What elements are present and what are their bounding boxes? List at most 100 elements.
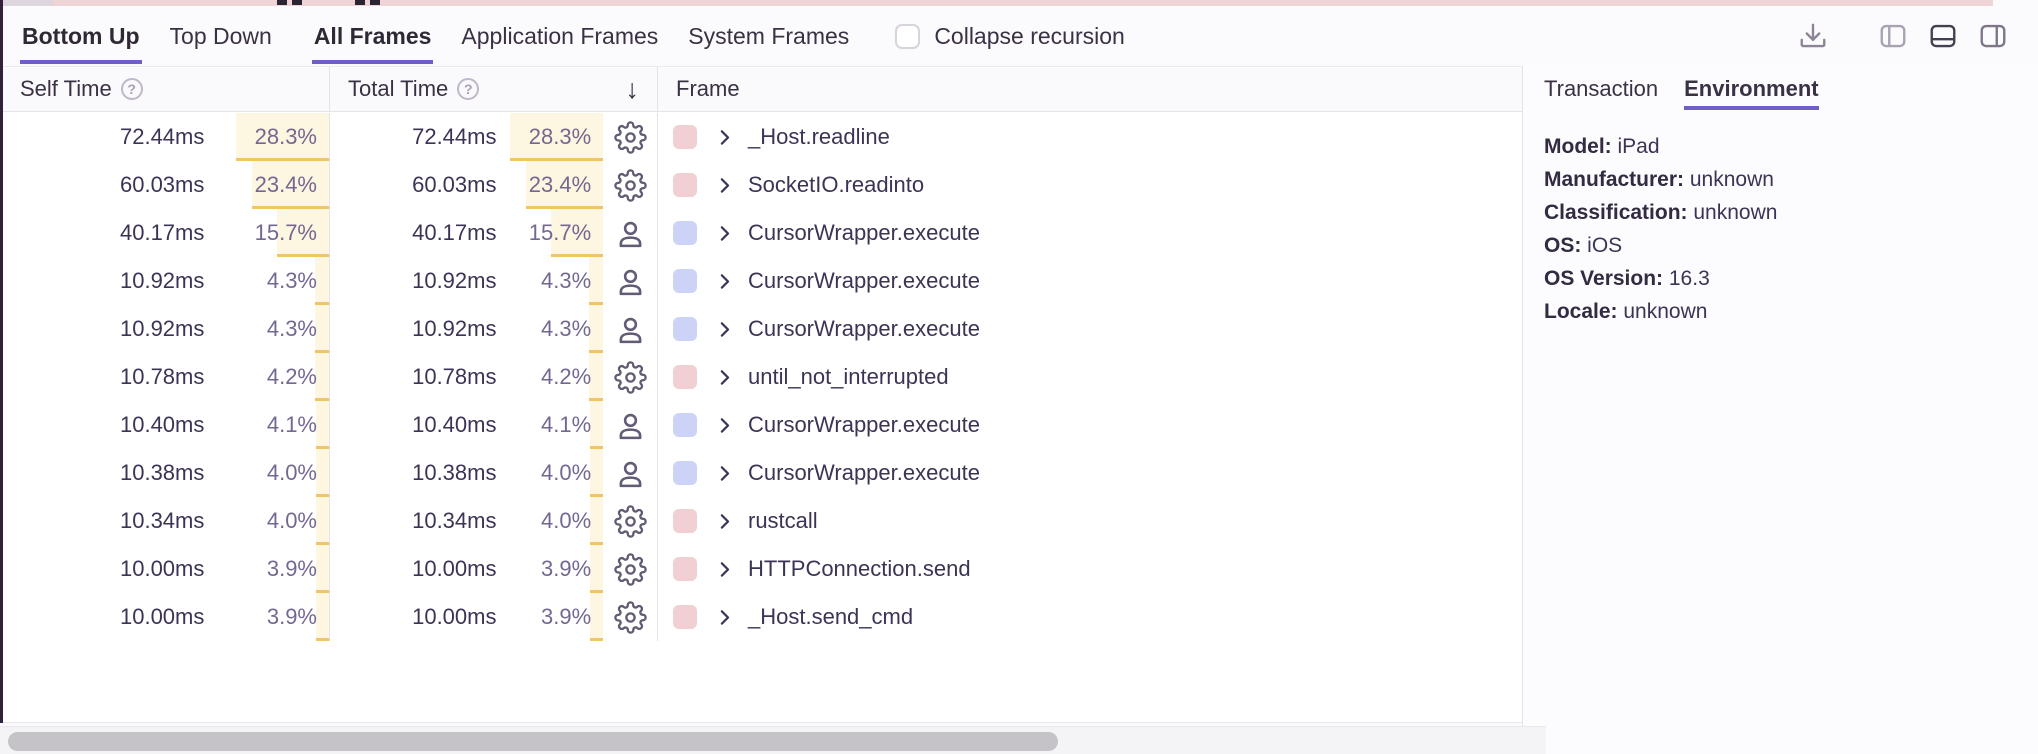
self-time-value: 10.92ms — [0, 305, 208, 353]
self-percent-cell: 23.4% — [208, 161, 329, 209]
table-row[interactable]: 10.92ms 4.3% 10.92ms 4.3% CursorWrapper.… — [0, 305, 1522, 353]
frame-cell: CursorWrapper.execute — [658, 401, 1522, 449]
self-percent-cell: 4.0% — [208, 449, 329, 497]
column-header-frame[interactable]: Frame — [658, 67, 1522, 111]
table-row[interactable]: 72.44ms 28.3% 72.44ms 28.3% _Host.readli… — [0, 113, 1522, 161]
frame-cell: _Host.readline — [658, 113, 1522, 161]
table-row[interactable]: 10.38ms 4.0% 10.38ms 4.0% CursorWrapper.… — [0, 449, 1522, 497]
self-time-value: 10.78ms — [0, 353, 208, 401]
table-row[interactable]: 10.92ms 4.3% 10.92ms 4.3% CursorWrapper.… — [0, 257, 1522, 305]
frame-color-chip — [673, 173, 697, 197]
total-percent-cell: 28.3% — [499, 113, 603, 161]
tab-application-frames[interactable]: Application Frames — [461, 6, 658, 66]
self-time-cell: 10.00ms 3.9% — [0, 545, 330, 593]
download-icon[interactable] — [1796, 19, 1830, 53]
frame-label: Frame — [676, 76, 740, 102]
layout-left-icon[interactable] — [1876, 19, 1910, 53]
horizontal-scrollbar[interactable] — [0, 726, 1546, 754]
help-icon[interactable]: ? — [121, 78, 143, 100]
sort-descending-icon[interactable]: ↓ — [626, 74, 640, 105]
self-time-cell: 10.92ms 4.3% — [0, 305, 330, 353]
self-percent-cell: 4.3% — [208, 257, 329, 305]
chevron-right-icon[interactable] — [714, 463, 735, 484]
chevron-right-icon[interactable] — [714, 559, 735, 580]
env-field-model-: Model: iPad — [1544, 130, 2014, 163]
collapse-recursion-checkbox[interactable] — [895, 24, 920, 49]
chevron-right-icon[interactable] — [714, 223, 735, 244]
total-percent-cell: 4.0% — [499, 497, 603, 545]
side-tab-environment[interactable]: Environment — [1684, 66, 1818, 112]
frame-name: CursorWrapper.execute — [748, 220, 980, 246]
self-percent-value: 15.7% — [255, 209, 317, 257]
table-row[interactable]: 10.00ms 3.9% 10.00ms 3.9% _Host.send_cmd — [0, 593, 1522, 641]
chevron-right-icon[interactable] — [714, 367, 735, 388]
table-row[interactable]: 40.17ms 15.7% 40.17ms 15.7% CursorWrappe… — [0, 209, 1522, 257]
total-time-value: 10.00ms — [330, 545, 499, 593]
frame-cell: rustcall — [658, 497, 1522, 545]
frame-name: rustcall — [748, 508, 818, 534]
total-percent-value: 4.3% — [541, 257, 591, 305]
help-icon[interactable]: ? — [457, 78, 479, 100]
self-percent-cell: 15.7% — [208, 209, 329, 257]
self-percent-cell: 4.2% — [208, 353, 329, 401]
self-time-cell: 72.44ms 28.3% — [0, 113, 330, 161]
scrollbar-thumb[interactable] — [8, 732, 1058, 751]
self-percent-cell: 4.3% — [208, 305, 329, 353]
tab-system-frames[interactable]: System Frames — [688, 6, 849, 66]
minimap-mark — [370, 0, 380, 5]
total-time-cell: 10.78ms 4.2% — [330, 353, 658, 401]
self-percent-value: 4.0% — [267, 449, 317, 497]
self-time-value: 10.34ms — [0, 497, 208, 545]
frame-cell: HTTPConnection.send — [658, 545, 1522, 593]
percent-bar-bg — [590, 497, 603, 545]
minimap-mark — [292, 0, 302, 5]
percent-bar-bg — [590, 449, 603, 497]
chevron-right-icon[interactable] — [714, 271, 735, 292]
panel-left-edge — [0, 0, 3, 723]
chevron-right-icon[interactable] — [714, 127, 735, 148]
total-percent-value: 4.0% — [541, 497, 591, 545]
column-header-total-time[interactable]: Total Time ? ↓ — [330, 67, 658, 111]
frame-color-chip — [673, 365, 697, 389]
chevron-right-icon[interactable] — [714, 511, 735, 532]
self-percent-value: 3.9% — [267, 545, 317, 593]
chevron-right-icon[interactable] — [714, 415, 735, 436]
total-percent-value: 4.2% — [541, 353, 591, 401]
total-percent-cell: 4.2% — [499, 353, 603, 401]
total-time-cell: 10.00ms 3.9% — [330, 593, 658, 641]
table-row[interactable]: 10.78ms 4.2% 10.78ms 4.2% until_not_inte… — [0, 353, 1522, 401]
frame-name: CursorWrapper.execute — [748, 460, 980, 486]
total-percent-value: 3.9% — [541, 593, 591, 641]
frame-color-chip — [673, 461, 697, 485]
gear-icon — [603, 545, 657, 593]
layout-bottom-icon[interactable] — [1926, 19, 1960, 53]
total-time-cell: 10.00ms 3.9% — [330, 545, 658, 593]
self-time-cell: 10.40ms 4.1% — [0, 401, 330, 449]
self-time-cell: 10.34ms 4.0% — [0, 497, 330, 545]
gear-icon — [603, 161, 657, 209]
self-percent-cell: 3.9% — [208, 545, 329, 593]
tab-all-frames[interactable]: All Frames — [314, 6, 432, 66]
tab-bottom-up[interactable]: Bottom Up — [22, 6, 140, 66]
table-row[interactable]: 60.03ms 23.4% 60.03ms 23.4% SocketIO.rea… — [0, 161, 1522, 209]
self-time-value: 10.92ms — [0, 257, 208, 305]
table-row[interactable]: 10.40ms 4.1% 10.40ms 4.1% CursorWrapper.… — [0, 401, 1522, 449]
self-percent-value: 3.9% — [267, 593, 317, 641]
chevron-right-icon[interactable] — [714, 319, 735, 340]
chevron-right-icon[interactable] — [714, 175, 735, 196]
table-row[interactable]: 10.34ms 4.0% 10.34ms 4.0% rustcall — [0, 497, 1522, 545]
table-row[interactable]: 10.00ms 3.9% 10.00ms 3.9% HTTPConnection… — [0, 545, 1522, 593]
table-body: 72.44ms 28.3% 72.44ms 28.3% _Host.readli… — [0, 113, 1522, 641]
percent-bar-bg — [589, 353, 603, 401]
chevron-right-icon[interactable] — [714, 607, 735, 628]
tab-top-down[interactable]: Top Down — [170, 6, 272, 66]
frame-name: _Host.send_cmd — [748, 604, 913, 630]
frame-name: CursorWrapper.execute — [748, 316, 980, 342]
column-header-self-time[interactable]: Self Time ? — [0, 67, 330, 111]
side-tab-transaction[interactable]: Transaction — [1544, 66, 1658, 112]
layout-right-icon[interactable] — [1976, 19, 2010, 53]
total-time-cell: 10.40ms 4.1% — [330, 401, 658, 449]
self-time-cell: 10.78ms 4.2% — [0, 353, 330, 401]
self-time-value: 10.40ms — [0, 401, 208, 449]
total-percent-value: 3.9% — [541, 545, 591, 593]
